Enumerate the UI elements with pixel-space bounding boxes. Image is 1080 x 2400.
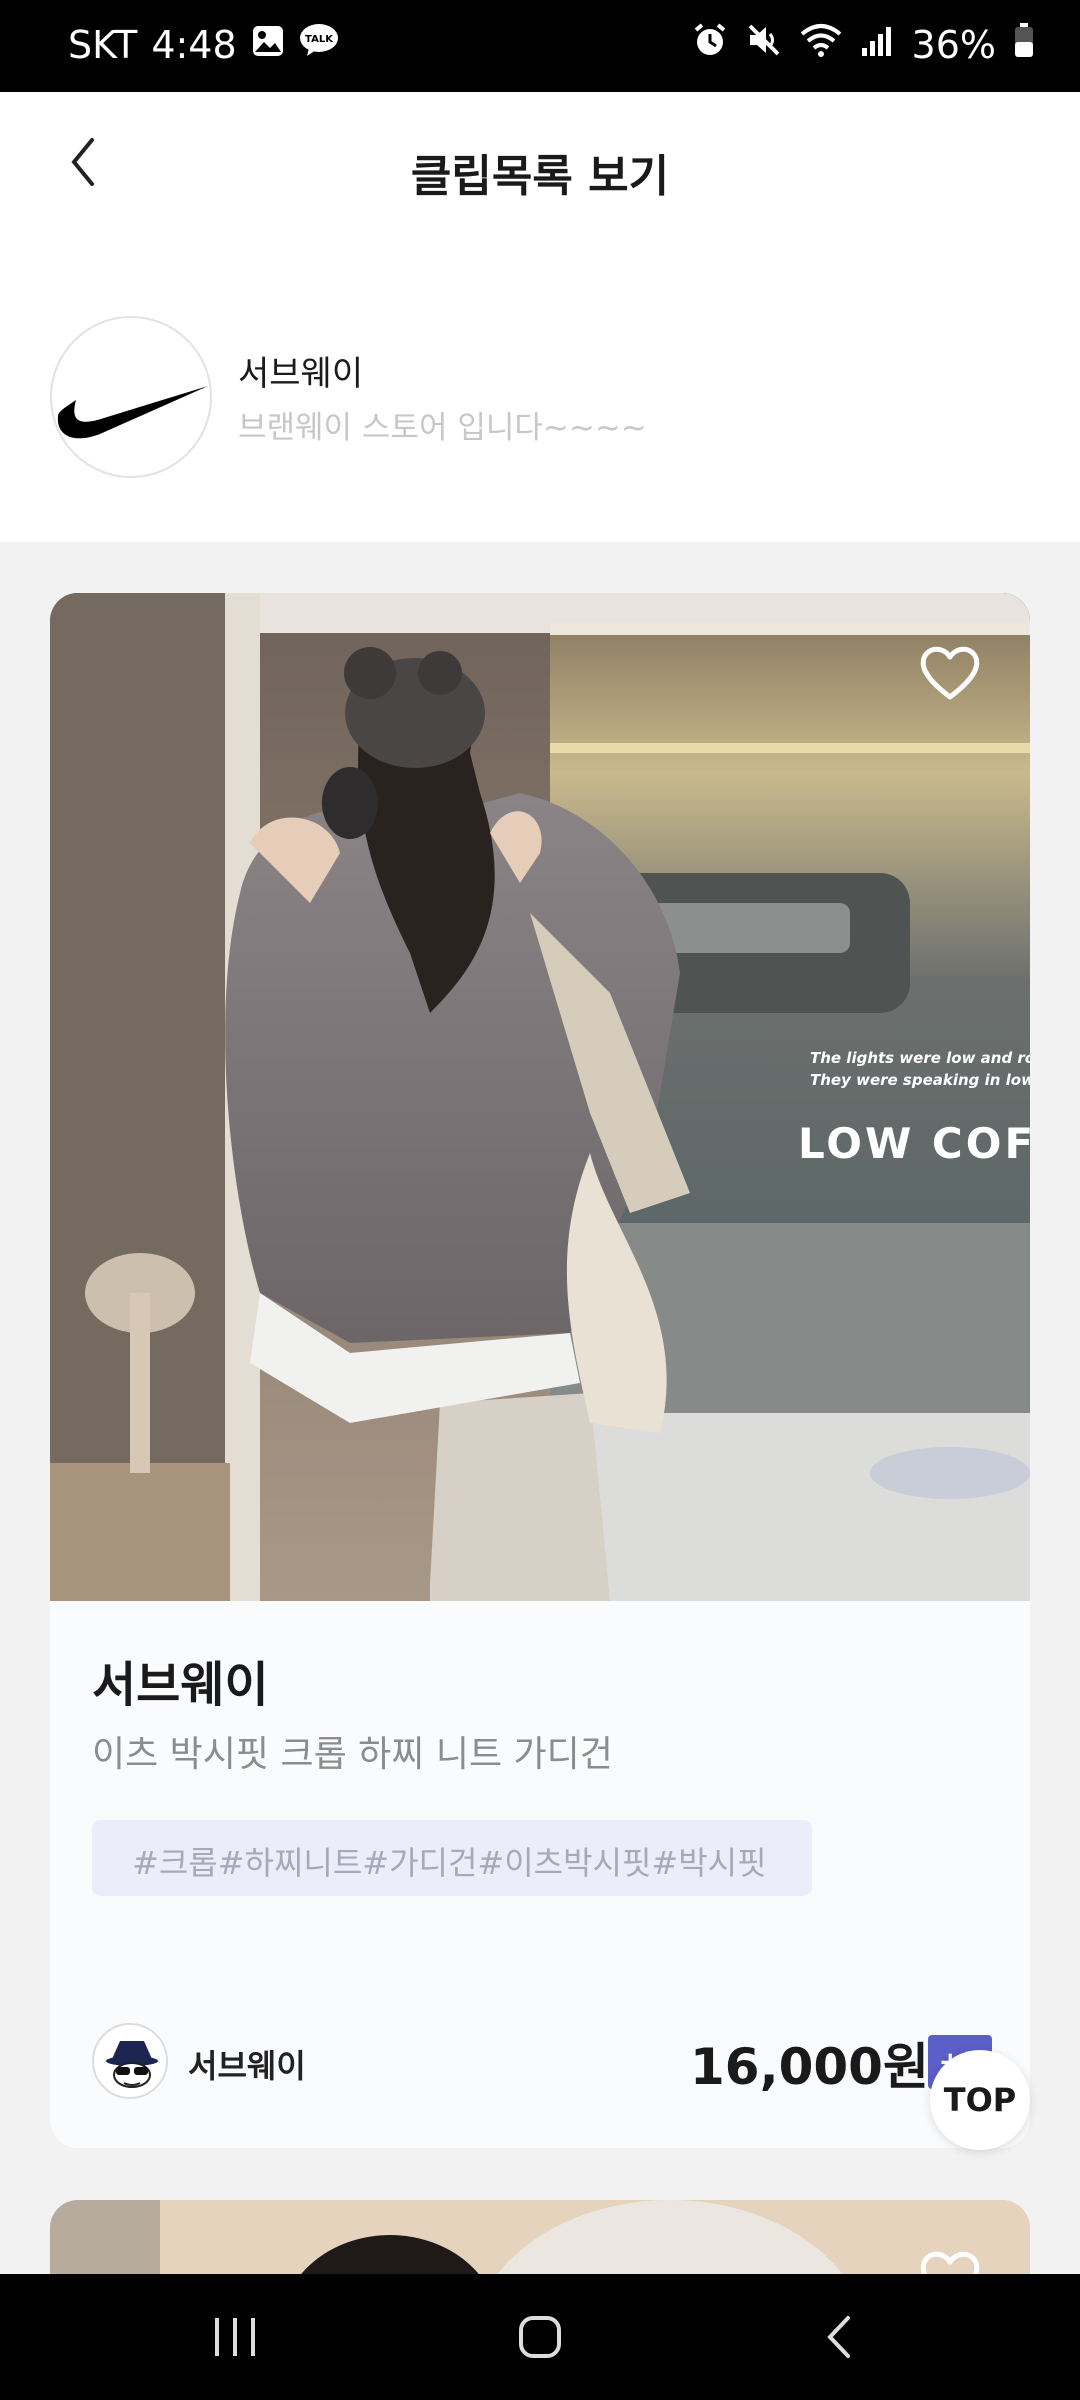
favorite-button[interactable]	[918, 643, 982, 703]
signal-icon	[860, 23, 894, 67]
home-button[interactable]	[510, 2312, 570, 2362]
carrier: SKT	[68, 22, 138, 67]
recent-apps-icon	[215, 2318, 255, 2356]
product-photo: The lights were low and roma They were s…	[50, 593, 1030, 1601]
system-nav-bar	[0, 2274, 1080, 2400]
status-left: SKT 4:48 TALK	[68, 22, 339, 67]
tag-list: #크롭#하찌니트#가디건#이츠박시핏#박시핏	[92, 1820, 812, 1896]
heart-outline-icon	[920, 646, 980, 700]
scroll-top-button[interactable]: TOP	[930, 2050, 1030, 2150]
photo-sign-text: LOW COFF	[798, 1119, 1030, 1168]
page-title: 클립목록 보기	[410, 151, 670, 202]
product-name: 이츠 박시핏 크롭 하찌 니트 가디건	[92, 1734, 613, 1775]
brand-profile: 서브웨이 브랜웨이 스토어 입니다~~~~	[0, 252, 1080, 542]
seller-name: 서브웨이	[188, 2047, 306, 2085]
app-header: 클립목록 보기	[0, 92, 1080, 252]
brand-name: 서브웨이	[238, 354, 364, 394]
product-brand: 서브웨이	[92, 1657, 269, 1713]
recent-apps-button[interactable]	[205, 2312, 265, 2362]
talk-icon: TALK	[299, 22, 339, 67]
seller-avatar[interactable]	[92, 2023, 168, 2099]
product-price: 16,000원	[690, 2038, 929, 2096]
swoosh-logo	[57, 386, 208, 439]
product-tags: #크롭#하찌니트#가디건#이츠박시핏#박시핏	[132, 1844, 767, 1882]
mute-icon	[746, 22, 782, 67]
wifi-icon	[800, 22, 842, 67]
photo-caption-line-2: They were speaking in low voi	[810, 1071, 1030, 1089]
back-icon	[827, 2316, 850, 2358]
status-bar: SKT 4:48 TALK 36%	[0, 0, 1080, 92]
photo-caption-line-1: The lights were low and roma	[810, 1049, 1030, 1067]
product-card[interactable]: The lights were low and roma They were s…	[50, 593, 1030, 2148]
status-right: 36%	[692, 22, 1034, 67]
battery-icon	[1014, 22, 1034, 67]
product-image[interactable]: The lights were low and roma They were s…	[50, 593, 1030, 1601]
home-icon	[519, 2316, 561, 2358]
gallery-icon	[251, 23, 285, 67]
nav-back-button[interactable]	[810, 2312, 870, 2362]
talk-label: TALK	[305, 34, 334, 45]
brand-description: 브랜웨이 스토어 입니다~~~~	[238, 410, 647, 446]
brand-logo[interactable]	[50, 316, 212, 478]
battery-level: 36%	[911, 22, 996, 67]
alarm-icon	[692, 22, 728, 67]
avatar-icon	[106, 2041, 158, 2088]
clock: 4:48	[151, 22, 237, 67]
